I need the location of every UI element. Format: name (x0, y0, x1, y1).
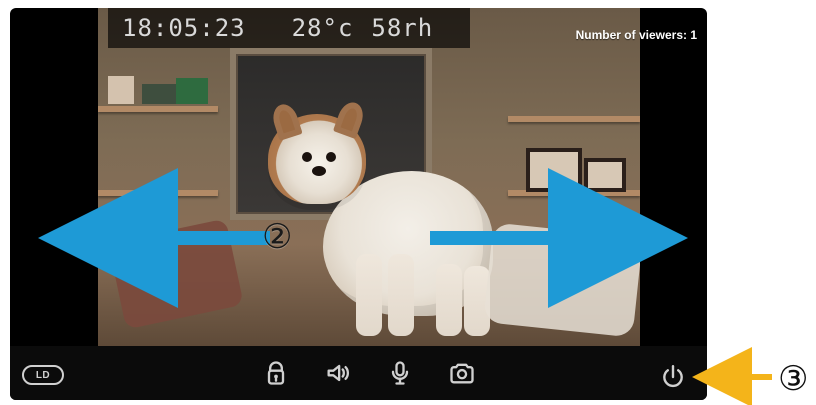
dog-leg (388, 254, 414, 336)
ld-label: LD (35, 369, 51, 381)
shelf (508, 116, 640, 122)
camera-button[interactable] (448, 359, 476, 387)
dog-nose (312, 166, 326, 176)
dog-head (268, 98, 368, 204)
control-bar (10, 346, 707, 400)
power-icon (663, 364, 683, 388)
camera-icon (450, 363, 474, 384)
viewer-count: Number of viewers: 1 (575, 28, 697, 42)
ld-button[interactable]: LD (22, 365, 64, 385)
marker-2: ② (262, 217, 293, 257)
foreground-object (483, 222, 640, 338)
microphone-icon (391, 361, 409, 385)
shelf-item (108, 76, 134, 104)
shelf-item (142, 84, 176, 104)
dog (268, 98, 493, 336)
time-readout: 18:05:23 (122, 14, 246, 42)
temperature-readout: 28°c (291, 14, 354, 42)
marker-3: ③ (778, 359, 809, 399)
status-overlay: 18:05:23 28°c 58rh (108, 8, 470, 48)
dog-ear (269, 101, 303, 141)
foreground-object (108, 218, 244, 330)
dog-leg (436, 264, 462, 336)
shelf (98, 106, 218, 112)
photo-frame (584, 158, 626, 192)
lock-icon (267, 361, 285, 385)
photo-frame (526, 148, 582, 192)
speaker-icon (327, 364, 350, 382)
power-button[interactable] (660, 364, 686, 390)
camera-screen: 18:05:23 28°c 58rh Number of viewers: 1 (10, 8, 707, 400)
control-buttons (98, 346, 640, 400)
humidity-readout: 58rh (371, 14, 434, 42)
camera-feed (98, 8, 640, 346)
microphone-button[interactable] (386, 359, 414, 387)
dog-eye (302, 152, 312, 162)
shelf (98, 190, 218, 196)
speaker-button[interactable] (324, 359, 352, 387)
shelf-item (176, 78, 208, 104)
dog-leg (356, 254, 382, 336)
dog-eye (326, 152, 336, 162)
lock-button[interactable] (262, 359, 290, 387)
